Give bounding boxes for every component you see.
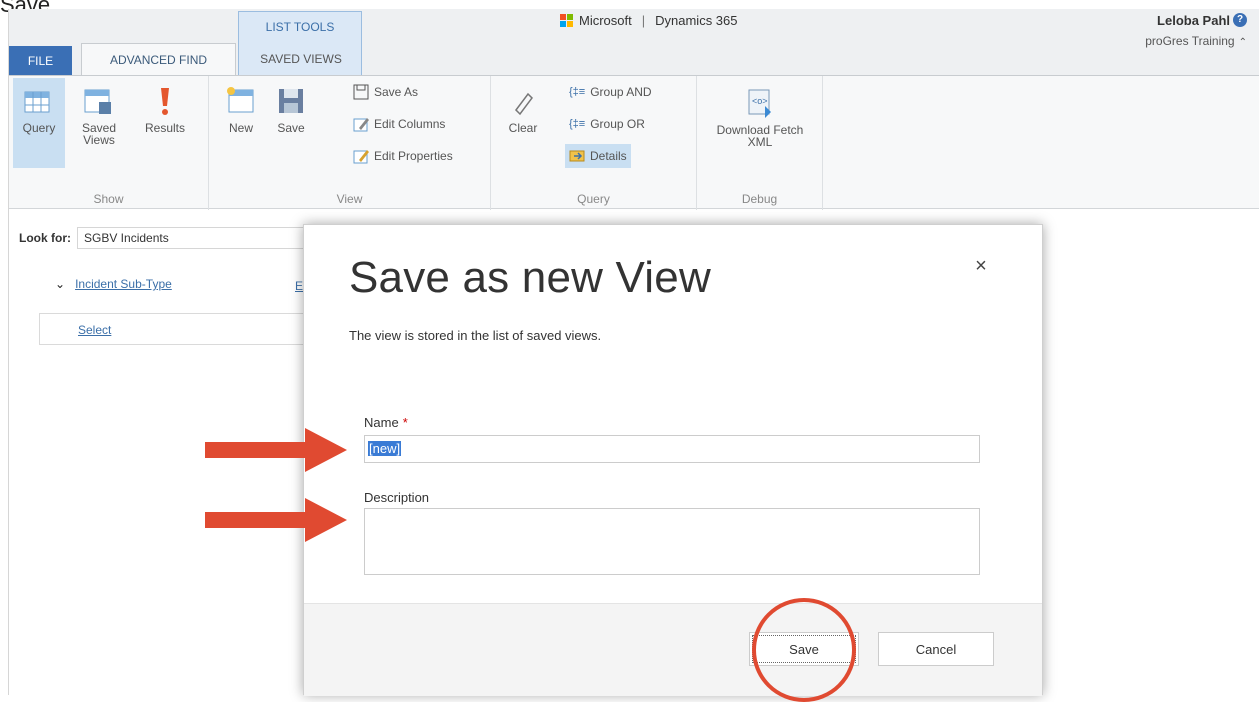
ribbon-tab-bar: FILE ADVANCED FIND LIST TOOLS SAVED VIEW… [9, 9, 1259, 75]
edit-properties-button[interactable]: Edit Properties [349, 144, 457, 168]
ribbon-group-view: New Save Save As Edit Columns Edit Prope… [209, 76, 491, 210]
details-button[interactable]: Details [565, 144, 631, 168]
ribbon-group-debug: <o> Download Fetch XML Debug [697, 76, 823, 210]
exclamation-icon [137, 86, 193, 118]
annotation-circle-save [752, 598, 856, 702]
user-info[interactable]: Leloba Pahl? proGres Training ⌃ [1145, 13, 1247, 48]
clear-label: Clear [508, 121, 538, 135]
group-or-label: Group OR [590, 117, 645, 131]
brand-product: Dynamics 365 [655, 13, 738, 28]
save-as-new-view-dialog: Save as new View × The view is stored in… [303, 224, 1043, 696]
brand-company: Microsoft [579, 13, 632, 28]
user-org-row: proGres Training ⌃ [1145, 34, 1247, 48]
saved-views-button[interactable]: Saved Views [71, 78, 127, 168]
results-label: Results [144, 121, 185, 135]
edit-columns-button[interactable]: Edit Columns [349, 112, 449, 136]
select-row: Select [39, 313, 339, 345]
condition-field-link[interactable]: Incident Sub-Type [75, 277, 172, 291]
query-icon [13, 86, 65, 118]
annotation-arrow-name [205, 428, 347, 472]
user-org: proGres Training [1145, 34, 1235, 48]
description-field[interactable] [364, 508, 980, 575]
clear-button[interactable]: Clear [501, 78, 545, 168]
query-label: Query [22, 121, 56, 135]
download-xml-icon: <o> [701, 88, 819, 120]
download-fetch-label-2: XML [747, 135, 773, 149]
ribbon-group-show: Query Saved Views Results Show [9, 76, 209, 210]
details-label: Details [590, 149, 627, 163]
required-mark: * [402, 415, 408, 430]
results-button[interactable]: Results [137, 78, 193, 168]
edit-properties-label: Edit Properties [374, 149, 453, 163]
group-label-query: Query [577, 192, 610, 206]
group-and-button[interactable]: {‡≡ Group AND [565, 80, 656, 104]
edit-properties-icon [353, 150, 369, 164]
tab-saved-views[interactable]: SAVED VIEWS [247, 42, 355, 76]
save-as-label: Save As [374, 85, 419, 99]
ribbon-group-query: Clear {‡≡ Group AND {‡≡ Group OR Details… [491, 76, 697, 210]
tab-advanced-find[interactable]: ADVANCED FIND [81, 43, 236, 75]
name-label: Name [364, 415, 399, 430]
annotation-arrow-description [205, 498, 347, 542]
saved-views-icon [71, 86, 127, 118]
new-view-icon [219, 86, 263, 118]
save-as-button[interactable]: Save As [349, 80, 422, 104]
name-field[interactable]: [new] [364, 435, 980, 463]
group-and-label: Group AND [590, 85, 652, 99]
group-and-icon: {‡≡ [569, 86, 586, 98]
cancel-button[interactable]: Cancel [878, 632, 994, 666]
dialog-subtitle: The view is stored in the list of saved … [349, 328, 602, 343]
edit-columns-label: Edit Columns [374, 117, 446, 131]
condition-row: ⌄ Incident Sub-Type [55, 277, 172, 291]
description-label: Description [364, 490, 430, 505]
group-label-debug: Debug [741, 192, 778, 206]
group-label-view: View [336, 192, 363, 206]
look-for-label: Look for: [19, 231, 71, 245]
new-view-button[interactable]: New [219, 78, 263, 168]
name-field-label: Name * [364, 415, 408, 430]
ribbon-body: Query Saved Views Results Show New Save … [9, 75, 1259, 210]
tab-file[interactable]: FILE [9, 46, 72, 75]
chevron-down-icon[interactable]: ⌄ [55, 277, 65, 291]
dialog-title: Save as new View [349, 253, 711, 302]
brand-separator: | [641, 13, 646, 28]
save-disk-icon [269, 86, 313, 118]
close-icon[interactable]: × [972, 256, 990, 276]
details-icon [569, 150, 585, 162]
user-name[interactable]: Leloba Pahl [1157, 13, 1230, 28]
microsoft-logo-icon [560, 14, 573, 27]
eraser-icon [501, 90, 545, 118]
brand: Microsoft | Dynamics 365 [560, 13, 738, 28]
group-or-icon: {‡≡ [569, 118, 586, 130]
edit-columns-icon [353, 118, 369, 132]
dialog-footer: Save Cancel [304, 603, 1042, 696]
help-icon[interactable]: ? [1233, 13, 1247, 27]
look-for-row: Look for: SGBV Incidents [19, 227, 342, 249]
save-as-icon [353, 84, 369, 100]
list-tools-contextual-tab: LIST TOOLS SAVED VIEWS [238, 11, 362, 75]
new-view-label: New [228, 121, 253, 135]
saved-views-label-2: Views [83, 133, 115, 147]
save-view-button[interactable]: Save [269, 78, 313, 168]
download-fetch-xml-button[interactable]: <o> Download Fetch XML [701, 78, 819, 168]
list-tools-title: LIST TOOLS [265, 20, 335, 34]
svg-text:<o>: <o> [752, 96, 768, 106]
name-field-value: [new] [368, 441, 402, 456]
collapse-ribbon-icon[interactable]: ⌃ [1239, 37, 1247, 48]
group-label-show: Show [93, 192, 124, 206]
select-link[interactable]: Select [78, 323, 111, 337]
condition-operator-link[interactable]: E [295, 279, 303, 293]
save-view-label: Save [277, 121, 305, 135]
query-button[interactable]: Query [13, 78, 65, 168]
group-or-button[interactable]: {‡≡ Group OR [565, 112, 649, 136]
